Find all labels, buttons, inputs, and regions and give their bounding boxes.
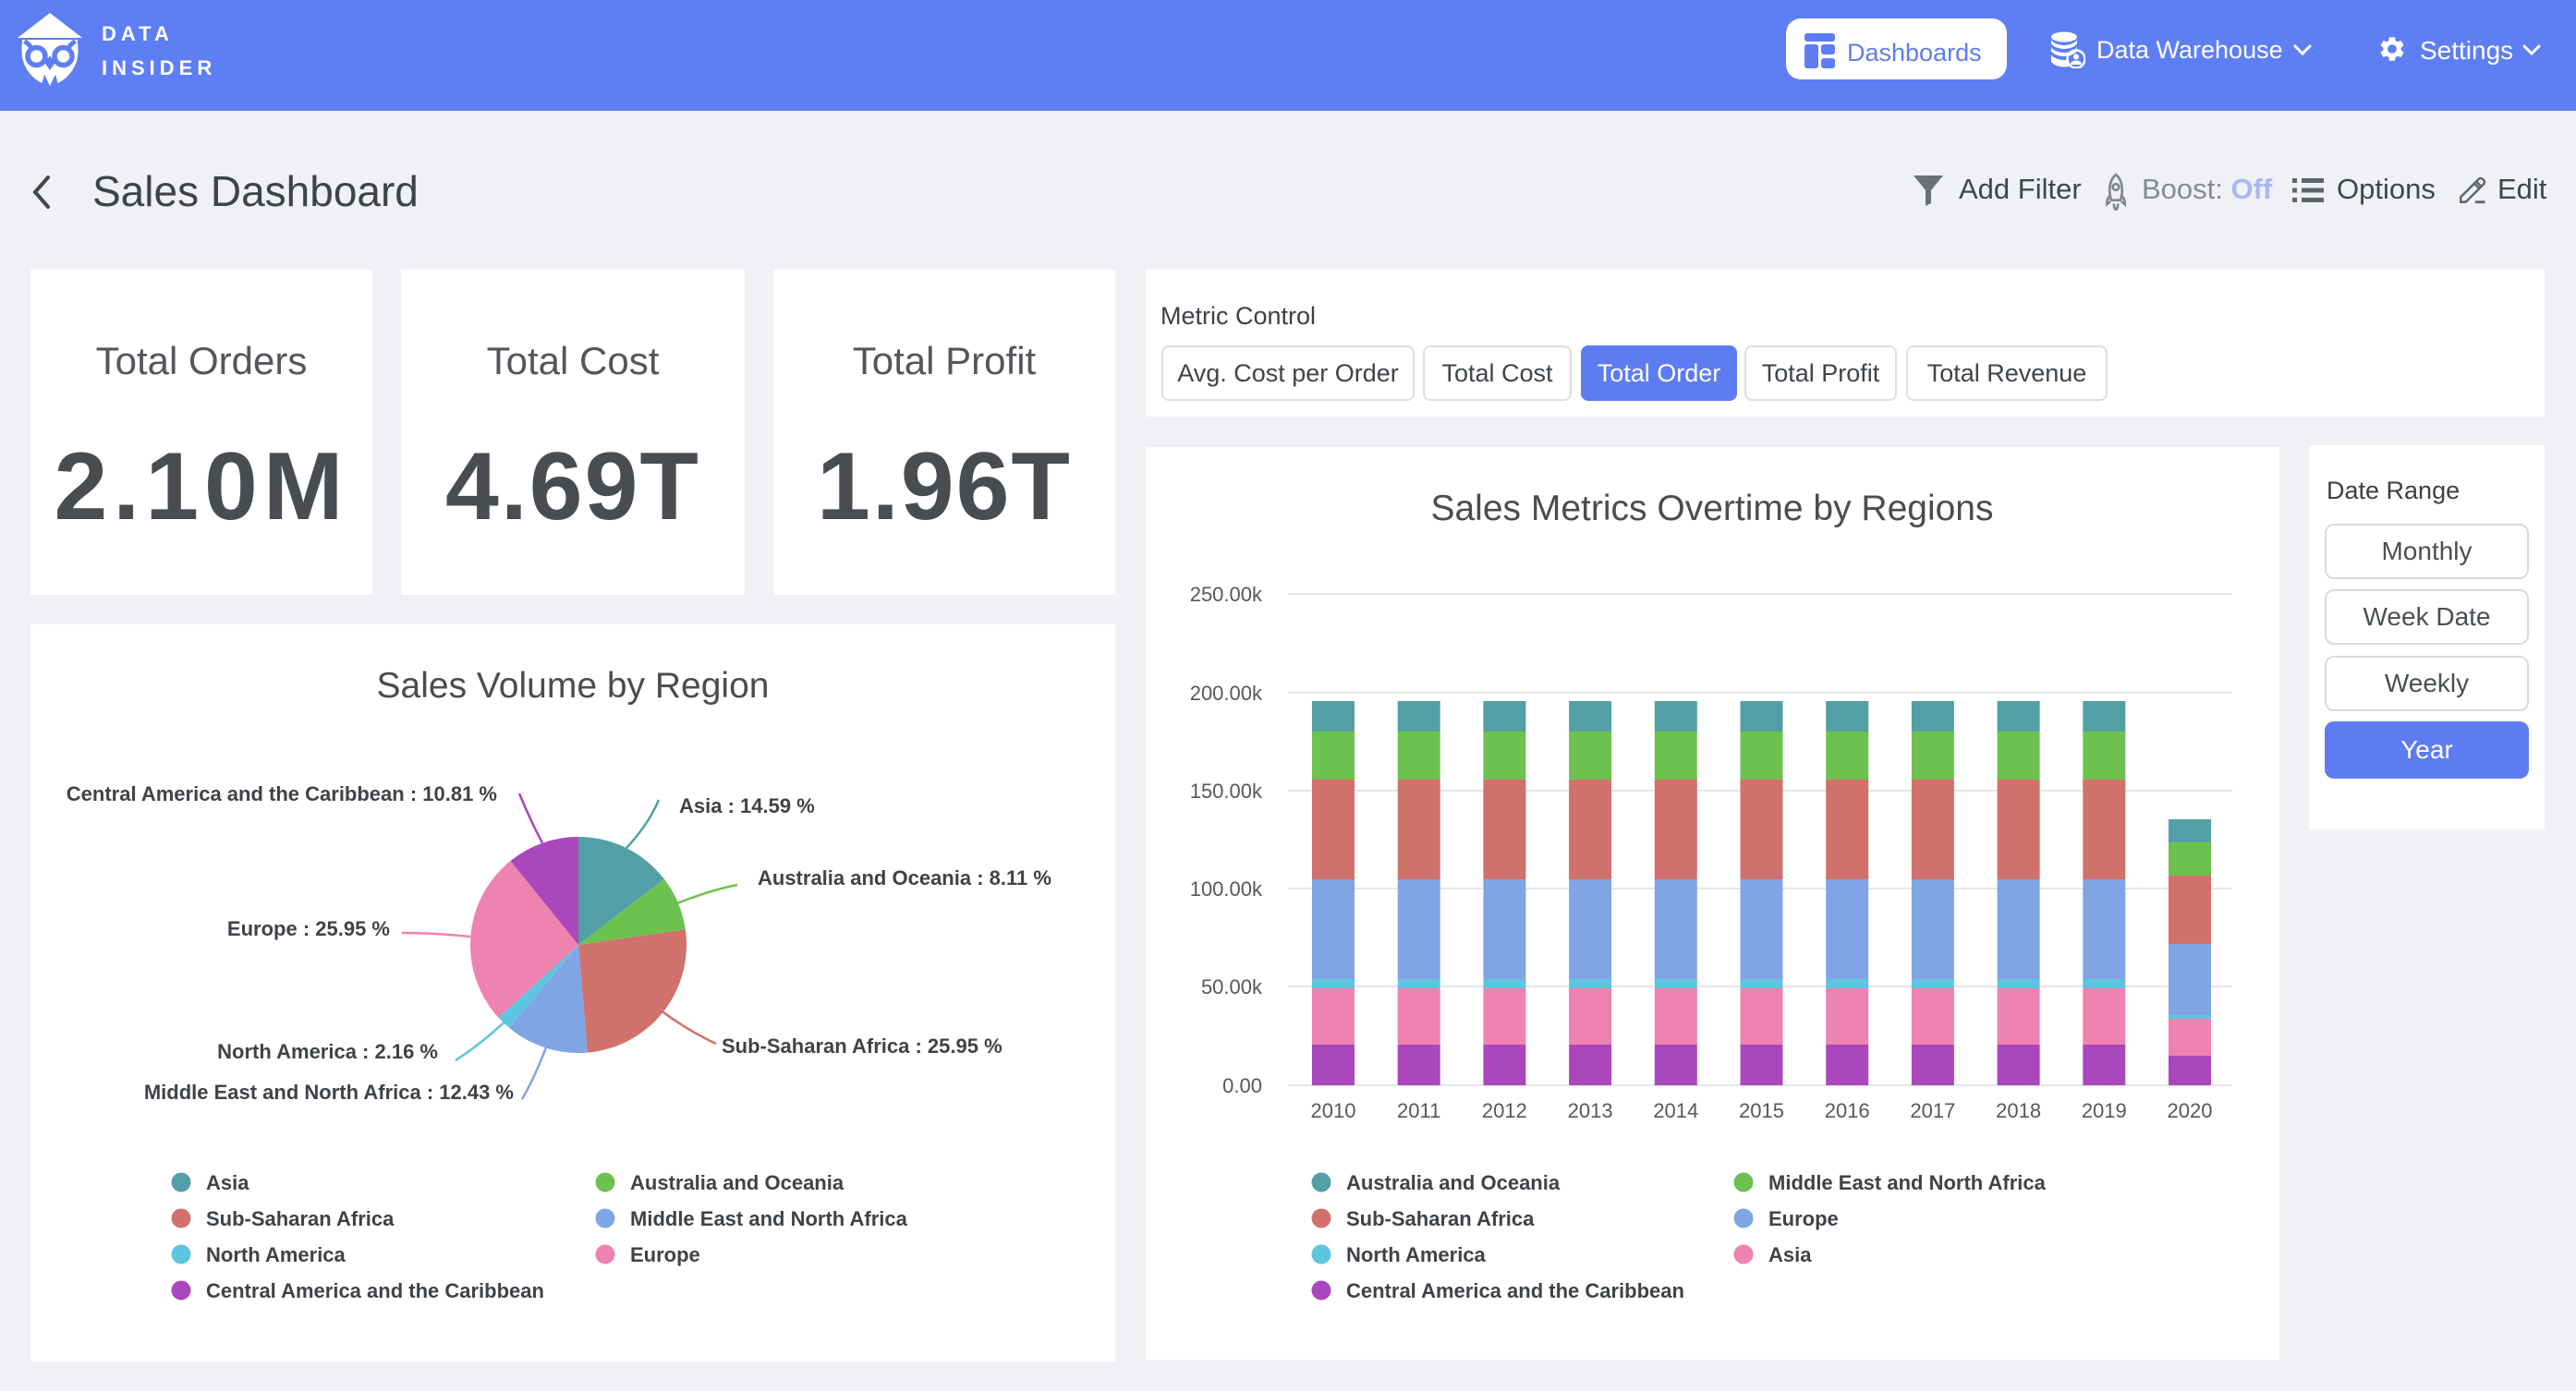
svg-text:Asia: Asia [206,1171,249,1194]
svg-text:North America: North America [1346,1243,1487,1266]
svg-text:50.00k: 50.00k [1201,975,1263,998]
svg-text:North America: North America [206,1243,346,1266]
svg-text:200.00k: 200.00k [1190,682,1263,705]
svg-text:2016: 2016 [1825,1099,1870,1122]
svg-text:Middle East and North Africa :: Middle East and North Africa : 12.43 % [144,1081,514,1104]
svg-text:Central America and the Caribb: Central America and the Caribbean : 10.8… [67,782,497,805]
svg-text:Europe : 25.95 %: Europe : 25.95 % [227,917,390,940]
svg-text:Central America and the Caribb: Central America and the Caribbean [1346,1279,1684,1302]
svg-text:Europe: Europe [1768,1207,1839,1230]
svg-text:Australia and Oceania: Australia and Oceania [1346,1171,1561,1194]
svg-text:Middle East and North Africa: Middle East and North Africa [1768,1171,2047,1194]
svg-text:2011: 2011 [1397,1099,1440,1122]
svg-text:150.00k: 150.00k [1190,780,1263,803]
svg-text:Asia: Asia [1768,1243,1812,1266]
svg-text:Australia and Oceania : 8.11 %: Australia and Oceania : 8.11 % [758,866,1051,889]
svg-text:Australia and Oceania: Australia and Oceania [630,1171,844,1194]
svg-text:2018: 2018 [1996,1099,2041,1122]
svg-text:Sub-Saharan Africa: Sub-Saharan Africa [206,1207,395,1230]
svg-text:0.00: 0.00 [1222,1074,1262,1097]
svg-text:North America : 2.16 %: North America : 2.16 % [217,1040,438,1063]
svg-text:2010: 2010 [1311,1099,1356,1122]
svg-text:2014: 2014 [1653,1099,1698,1122]
svg-text:Sales Metrics Overtime by Regi: Sales Metrics Overtime by Regions [1430,489,1993,528]
svg-text:2017: 2017 [1910,1099,1955,1122]
svg-text:2020: 2020 [2168,1099,2213,1122]
svg-text:250.00k: 250.00k [1190,583,1263,606]
svg-text:100.00k: 100.00k [1190,877,1263,901]
svg-text:Europe: Europe [630,1243,700,1266]
svg-text:Middle East and North Africa: Middle East and North Africa [630,1207,908,1230]
svg-text:Sub-Saharan Africa: Sub-Saharan Africa [1346,1207,1535,1230]
svg-text:2013: 2013 [1568,1099,1613,1122]
svg-text:Sales Volume by Region: Sales Volume by Region [377,666,770,706]
svg-text:2012: 2012 [1482,1099,1527,1122]
svg-text:2015: 2015 [1739,1099,1784,1122]
svg-text:Sub-Saharan Africa : 25.95 %: Sub-Saharan Africa : 25.95 % [722,1034,1002,1058]
svg-text:2019: 2019 [2082,1099,2127,1122]
svg-text:Central America and the Caribb: Central America and the Caribbean [206,1279,544,1302]
svg-text:Asia : 14.59 %: Asia : 14.59 % [679,794,815,817]
